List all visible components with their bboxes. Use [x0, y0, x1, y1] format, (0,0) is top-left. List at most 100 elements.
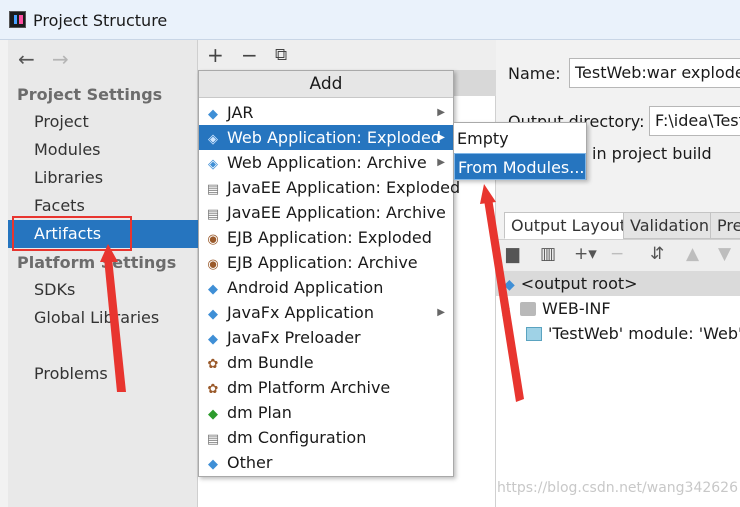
- expand-chevron-icon[interactable]: ❯: [500, 296, 512, 321]
- sidebar-item-global-libraries[interactable]: Global Libraries: [8, 304, 198, 332]
- javaee-icon: ▤: [206, 182, 220, 197]
- menu-item-dm-platform-archive[interactable]: ✿ dm Platform Archive: [199, 375, 453, 400]
- web-app-icon: ◈: [208, 157, 218, 172]
- menu-item-javaee-exploded[interactable]: ▤ JavaEE Application: Exploded: [199, 175, 460, 200]
- window-title: Project Structure: [33, 11, 168, 30]
- menu-item-label: Web Application: Archive: [227, 153, 427, 172]
- remove-artifact-button[interactable]: −: [241, 43, 258, 67]
- dm-bundle-icon: ✿: [207, 357, 219, 372]
- submenu-arrow-icon: ▶: [437, 307, 445, 318]
- project-settings-header: Project Settings: [17, 85, 163, 104]
- move-down-icon[interactable]: ▼: [718, 244, 731, 264]
- menu-item-label: dm Configuration: [227, 428, 367, 447]
- menu-item-label: EJB Application: Archive: [227, 253, 418, 272]
- menu-item-dm-bundle[interactable]: ✿ dm Bundle: [199, 350, 453, 375]
- tree-row-label: <output root>: [520, 274, 638, 293]
- tree-row-web-inf[interactable]: ❯ WEB-INF: [496, 296, 740, 321]
- menu-item-label: JavaEE Application: Exploded: [227, 178, 461, 197]
- tab-validation[interactable]: Validation: [623, 212, 717, 239]
- tree-row-label: 'TestWeb' module: 'Web': [548, 324, 740, 343]
- folder-icon: [520, 302, 536, 316]
- submenu-item-from-modules[interactable]: From Modules...: [454, 153, 586, 180]
- submenu-item-empty[interactable]: Empty: [454, 125, 586, 152]
- menu-item-android-app[interactable]: ◆ Android Application: [199, 275, 453, 300]
- menu-item-javaee-archive[interactable]: ▤ JavaEE Application: Archive: [199, 200, 453, 225]
- artifact-diamond-icon: ◆: [208, 107, 218, 122]
- include-in-build-label[interactable]: in project build: [592, 144, 712, 163]
- forward-arrow-icon[interactable]: →: [52, 47, 69, 71]
- menu-item-dm-configuration[interactable]: ▤ dm Configuration: [199, 425, 453, 450]
- submenu-arrow-icon: ▶: [437, 157, 445, 168]
- tab-pre-processing[interactable]: Pre: [710, 212, 740, 239]
- ejb-icon: ◉: [207, 232, 219, 247]
- back-arrow-icon[interactable]: ←: [18, 47, 35, 71]
- add-artifact-popup: Add ◆ JAR ▶ ◈ Web Application: Exploded ▶ …: [198, 70, 460, 477]
- menu-item-javafx-app[interactable]: ◆ JavaFx Application ▶: [199, 300, 453, 325]
- platform-settings-header: Platform Settings: [17, 253, 177, 272]
- sidebar-item-problems[interactable]: Problems: [8, 360, 198, 388]
- menu-item-label: JAR: [227, 103, 254, 122]
- menu-item-javafx-preloader[interactable]: ◆ JavaFx Preloader: [199, 325, 453, 350]
- sidebar-item-sdks[interactable]: SDKs: [8, 276, 198, 304]
- copy-artifact-button[interactable]: ⧉: [275, 45, 287, 65]
- menu-item-web-app-archive[interactable]: ◈ Web Application: Archive ▶: [199, 150, 453, 175]
- sort-icon[interactable]: ⇵: [650, 244, 664, 264]
- menu-item-label: Other: [227, 453, 273, 472]
- submenu-arrow-icon: ▶: [437, 132, 445, 143]
- ejb-icon: ◉: [207, 257, 219, 272]
- menu-item-label: dm Platform Archive: [227, 378, 391, 397]
- menu-item-other[interactable]: ◆ Other: [199, 450, 453, 475]
- menu-item-label: Web Application: Exploded: [227, 128, 441, 147]
- android-icon: ◆: [208, 282, 218, 297]
- web-app-icon: ◈: [208, 132, 218, 147]
- add-copy-icon[interactable]: +▾: [574, 244, 597, 264]
- artifact-details-panel: Name: TestWeb:war exploded Output direct…: [496, 40, 740, 507]
- sidebar-item-libraries[interactable]: Libraries: [8, 164, 198, 192]
- artifact-diamond-icon: ◆: [208, 457, 218, 472]
- tree-row-output-root[interactable]: ◆ <output root>: [496, 271, 740, 296]
- archive-icon[interactable]: ▥: [540, 244, 556, 264]
- annotation-highlight-box: [12, 216, 132, 251]
- menu-item-label: JavaFx Application: [227, 303, 374, 322]
- dm-config-icon: ▤: [206, 432, 220, 447]
- menu-item-label: JavaFx Preloader: [227, 328, 361, 347]
- artifact-name-field[interactable]: TestWeb:war exploded: [569, 58, 740, 88]
- popup-title: Add: [199, 71, 453, 98]
- tree-row-module-output[interactable]: 'TestWeb' module: 'Web': [496, 321, 740, 346]
- settings-sidebar: ← → Project Settings Project Modules Lib…: [8, 40, 198, 507]
- javafx-icon: ◆: [208, 332, 218, 347]
- tree-row-label: WEB-INF: [542, 299, 611, 318]
- submenu-arrow-icon: ▶: [437, 107, 445, 118]
- menu-item-label: EJB Application: Exploded: [227, 228, 432, 247]
- menu-item-ejb-exploded[interactable]: ◉ EJB Application: Exploded: [199, 225, 453, 250]
- remove-element-icon[interactable]: −: [610, 244, 624, 264]
- sidebar-item-project[interactable]: Project: [8, 108, 198, 136]
- menu-item-label: Android Application: [227, 278, 384, 297]
- window-titlebar: Project Structure: [0, 0, 740, 40]
- intellij-app-icon: [9, 11, 26, 28]
- output-layout-tree: ◆ <output root> ❯ WEB-INF 'TestWeb' modul…: [496, 271, 740, 507]
- menu-item-dm-plan[interactable]: ◆ dm Plan: [199, 400, 453, 425]
- javaee-icon: ▤: [206, 207, 220, 222]
- output-root-icon: ◆: [504, 277, 515, 293]
- dm-archive-icon: ✿: [207, 382, 219, 397]
- sidebar-item-modules[interactable]: Modules: [8, 136, 198, 164]
- artifacts-toolbar: + − ⧉: [198, 40, 496, 70]
- menu-item-label: dm Plan: [227, 403, 292, 422]
- new-directory-icon[interactable]: ▆: [506, 244, 519, 264]
- watermark-text: https://blog.csdn.net/wang342626: [497, 480, 738, 496]
- output-directory-field[interactable]: F:\idea\TestWeb: [649, 106, 740, 136]
- menu-item-web-app-exploded[interactable]: ◈ Web Application: Exploded ▶: [199, 125, 453, 150]
- tab-output-layout[interactable]: Output Layout: [504, 212, 634, 239]
- name-label: Name:: [508, 64, 561, 83]
- module-icon: [526, 327, 542, 341]
- menu-item-jar[interactable]: ◆ JAR ▶: [199, 100, 453, 125]
- dm-plan-icon: ◆: [208, 407, 218, 422]
- menu-item-label: dm Bundle: [227, 353, 314, 372]
- layout-toolbar: ▆ ▥ +▾ − ⇵ ▲ ▼: [496, 239, 740, 271]
- move-up-icon[interactable]: ▲: [686, 244, 699, 264]
- menu-item-label: JavaEE Application: Archive: [227, 203, 446, 222]
- add-artifact-button[interactable]: +: [207, 43, 224, 67]
- web-app-exploded-submenu: Empty From Modules...: [453, 122, 587, 180]
- menu-item-ejb-archive[interactable]: ◉ EJB Application: Archive: [199, 250, 453, 275]
